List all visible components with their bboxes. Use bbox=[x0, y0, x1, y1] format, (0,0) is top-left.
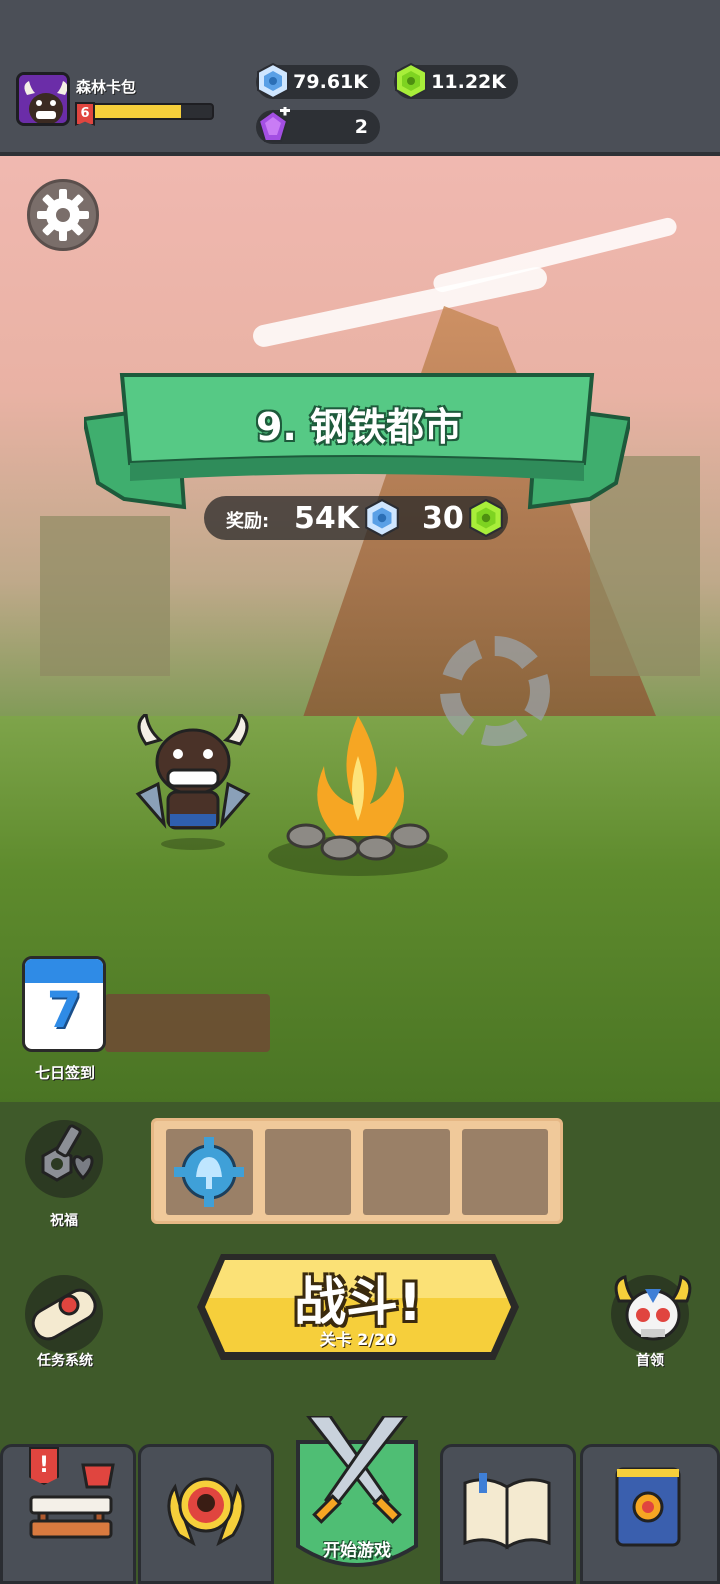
reward-label: 奖励: bbox=[226, 511, 270, 532]
skill-slot[interactable] bbox=[166, 1129, 253, 1215]
boss-button[interactable] bbox=[611, 1275, 692, 1353]
battle-stage-progress: 关卡 2/20 bbox=[319, 1330, 397, 1349]
bull-warrior-character bbox=[135, 714, 251, 850]
gear-decoration bbox=[440, 636, 550, 746]
skill-slot[interactable] bbox=[363, 1129, 450, 1215]
battle-title: 战斗! bbox=[294, 1273, 422, 1333]
purple-gem-value: 2 bbox=[354, 116, 368, 138]
bull-avatar-icon bbox=[19, 75, 67, 123]
ruin bbox=[40, 516, 170, 676]
skull-badge-icon bbox=[167, 1477, 245, 1547]
green-gem-counter[interactable]: 11.22K bbox=[394, 62, 518, 100]
shop-alert-badge: ! bbox=[29, 1447, 59, 1485]
game-scene: 9. 钢铁都市 奖励: 54K 30 7 bbox=[0, 156, 720, 1102]
green-gem-value: 11.22K bbox=[431, 71, 506, 93]
gear-icon bbox=[37, 189, 89, 241]
green-gem-icon bbox=[395, 62, 427, 100]
blue-gem-counter[interactable]: 79.61K bbox=[256, 62, 380, 100]
scroll-icon bbox=[31, 1288, 97, 1341]
daily-signin-button[interactable]: 7 bbox=[22, 956, 106, 1056]
daily-signin-label: 七日签到 bbox=[34, 1064, 95, 1082]
blessing-button[interactable] bbox=[25, 1120, 103, 1198]
blue-gear-skill-icon bbox=[174, 1137, 244, 1207]
reward-blue-value: 54K bbox=[294, 501, 359, 536]
player-name: 森林卡包 bbox=[76, 78, 137, 96]
nav-tab-skills[interactable] bbox=[580, 1444, 720, 1584]
skill-slot[interactable] bbox=[461, 1129, 548, 1215]
nav-tab-shop[interactable]: ! bbox=[0, 1444, 136, 1584]
reward-green-value: 30 bbox=[422, 501, 464, 536]
tasks-button[interactable] bbox=[25, 1275, 103, 1353]
stage-banner: 9. 钢铁都市 bbox=[81, 371, 633, 511]
calendar-day: 7 bbox=[46, 981, 82, 1039]
xp-bar-fill bbox=[88, 105, 181, 118]
cloud bbox=[431, 216, 679, 294]
green-gem-icon bbox=[469, 498, 503, 538]
purple-gem-plus-icon bbox=[257, 107, 290, 142]
horned-skull-icon bbox=[614, 1275, 692, 1341]
shop-stall-icon bbox=[29, 1463, 115, 1539]
top-bar: 森林卡包 6 79.61K 11.22K 2 bbox=[0, 0, 720, 156]
calendar-icon: 7 bbox=[22, 956, 106, 1052]
blue-gem-icon bbox=[365, 498, 399, 538]
campfire bbox=[268, 716, 448, 876]
gear-book-icon bbox=[615, 1467, 681, 1547]
nuts-bolts-heart-icon bbox=[41, 1124, 94, 1182]
nav-play-label: 开始游戏 bbox=[323, 1541, 391, 1561]
nav-tab-codex[interactable] bbox=[440, 1444, 576, 1584]
tasks-label: 任务系统 bbox=[37, 1353, 93, 1369]
nav-tab-rank[interactable] bbox=[138, 1444, 274, 1584]
purple-gem-counter[interactable]: 2 bbox=[256, 107, 380, 144]
blue-gem-value: 79.61K bbox=[293, 71, 368, 93]
stage-title: 9. 钢铁都市 bbox=[255, 405, 463, 449]
nav-tab-play[interactable]: 开始游戏 bbox=[294, 1414, 420, 1584]
stage-reward: 奖励: 54K 30 bbox=[204, 496, 508, 540]
battle-button[interactable]: 战斗! 关卡 2/20 bbox=[195, 1252, 521, 1362]
blue-gem-icon bbox=[257, 62, 289, 100]
tree-stump bbox=[105, 994, 270, 1052]
skill-slots bbox=[151, 1118, 563, 1224]
cloud bbox=[250, 265, 550, 349]
open-book-icon bbox=[463, 1473, 551, 1550]
skill-slot[interactable] bbox=[265, 1129, 352, 1215]
player-avatar[interactable] bbox=[16, 72, 70, 126]
boss-label: 首领 bbox=[636, 1353, 664, 1369]
level-badge: 6 bbox=[75, 102, 95, 126]
xp-bar bbox=[86, 103, 214, 120]
bottom-nav: ! 开始游戏 bbox=[0, 1414, 720, 1584]
blessing-label: 祝福 bbox=[50, 1213, 78, 1229]
settings-button[interactable] bbox=[27, 179, 99, 251]
